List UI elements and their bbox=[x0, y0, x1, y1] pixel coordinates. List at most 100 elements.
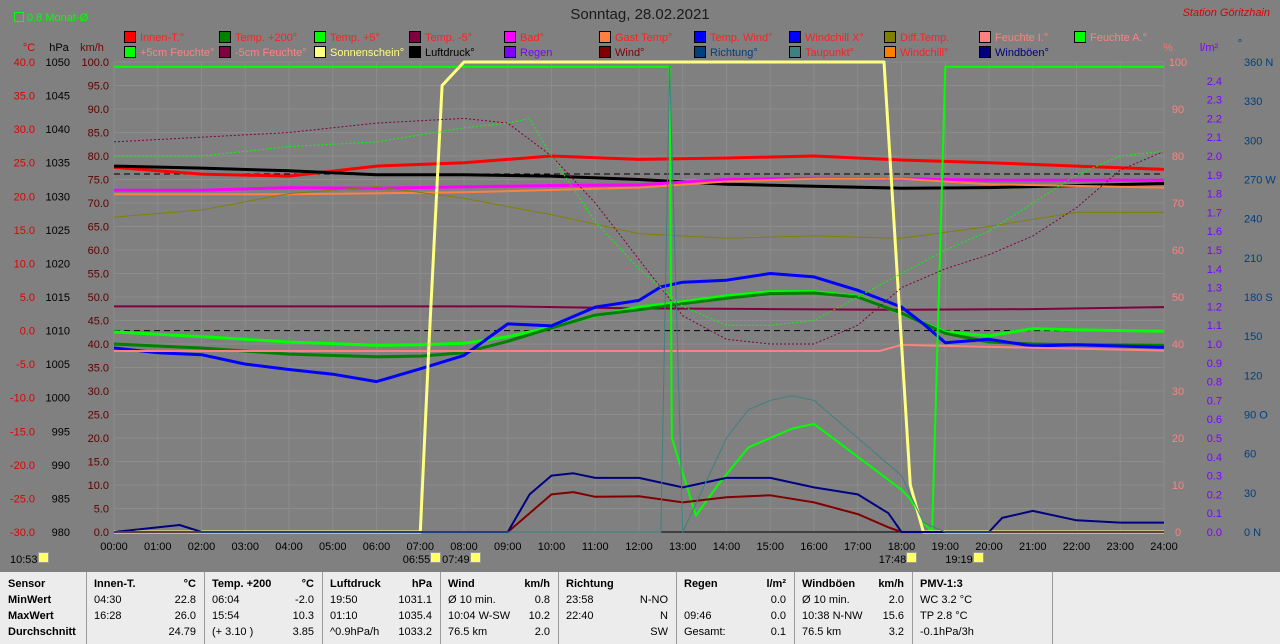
wind-tick-label: 5.0 bbox=[94, 504, 109, 516]
x-tick-label: 11:00 bbox=[582, 541, 609, 553]
wind-tick-label: 45.0 bbox=[88, 316, 109, 328]
x-tick-label: 03:00 bbox=[231, 541, 259, 553]
stats-cell-left: 16:28 bbox=[94, 610, 122, 622]
temp-tick-label: 0.0 bbox=[20, 326, 35, 338]
rain-tick-label: 0.3 bbox=[1207, 471, 1222, 483]
stats-cell-right: 0.0 bbox=[770, 610, 786, 622]
stats-column: Temp. +200 °C 06:04 -2.0 15:54 10.3 (+ 3.10 ) 3… bbox=[204, 572, 323, 644]
stats-column-unit: °C bbox=[183, 578, 196, 590]
humidity-tick-label: 10 bbox=[1172, 480, 1184, 492]
direction-tick-label: 300 bbox=[1244, 135, 1262, 147]
direction-tick-label: 120 bbox=[1244, 370, 1262, 382]
rain-tick-label: 1.1 bbox=[1207, 320, 1222, 332]
pressure-tick-label: 1020 bbox=[46, 258, 70, 270]
wind-tick-label: 40.0 bbox=[88, 339, 109, 351]
pressure-tick-label: 1050 bbox=[46, 57, 70, 69]
rain-tick-label: 0.0 bbox=[1207, 527, 1222, 539]
stats-cell-right: 24.79 bbox=[168, 626, 196, 638]
direction-tick-label: 240 bbox=[1244, 214, 1262, 226]
x-tick-label: 24:00 bbox=[1150, 541, 1178, 553]
wind-tick-label: 30.0 bbox=[88, 386, 109, 398]
stats-cell-right: 2.0 bbox=[534, 626, 550, 638]
stats-cell-left: 19:50 bbox=[330, 594, 358, 606]
chart-plot: 00:00 01:00 02:00 03:00 04:00 05:00 06:00 07:00… bbox=[10, 38, 1276, 553]
humidity-tick-label: 80 bbox=[1172, 151, 1184, 163]
row-labels-column: Sensor MinWert MaxWert Durchschnitt bbox=[0, 572, 87, 644]
stats-cell-right: N bbox=[660, 610, 668, 622]
stats-cell-right: 1035.4 bbox=[398, 610, 432, 622]
pressure-tick-label: 995 bbox=[52, 426, 70, 438]
x-tick-label: 06:00 bbox=[363, 541, 391, 553]
direction-tick-label: 270 W bbox=[1244, 175, 1276, 187]
rain-tick-label: 1.8 bbox=[1207, 189, 1222, 201]
pressure-tick-label: 985 bbox=[52, 493, 70, 505]
x-tick-label: 15:00 bbox=[756, 541, 784, 553]
rain-tick-label: 2.3 bbox=[1207, 95, 1222, 107]
sun-marker: 17:48 bbox=[879, 552, 918, 566]
temp-tick-label: -25.0 bbox=[10, 493, 35, 505]
stats-cell-left: 22:40 bbox=[566, 610, 594, 622]
pressure-tick-label: 1010 bbox=[46, 326, 70, 338]
sun-icon bbox=[469, 552, 481, 563]
stats-cell-right: 1033.2 bbox=[398, 626, 432, 638]
stats-cell-left: Ø 10 min. bbox=[448, 594, 496, 606]
temp-tick-label: -5.0 bbox=[16, 359, 35, 371]
humidity-tick-label: 50 bbox=[1172, 292, 1184, 304]
statistics-table: Sensor MinWert MaxWert Durchschnitt Inne… bbox=[0, 572, 1280, 644]
direction-tick-label: 330 bbox=[1244, 96, 1262, 108]
stats-cell-left: 76.5 km bbox=[802, 626, 842, 638]
stats-cell-right: 26.0 bbox=[174, 610, 196, 622]
stats-cell-left: 15:54 bbox=[212, 610, 240, 622]
stats-cell-left: 23:58 bbox=[566, 594, 594, 606]
rain-axis-header: l/m² bbox=[1200, 42, 1219, 54]
pressure-tick-label: 1040 bbox=[46, 124, 70, 136]
wind-tick-label: 55.0 bbox=[88, 269, 109, 281]
temp-tick-label: 20.0 bbox=[14, 191, 35, 203]
sun-icon bbox=[430, 552, 442, 563]
rain-tick-label: 0.8 bbox=[1207, 377, 1222, 389]
humidity-tick-label: 70 bbox=[1172, 198, 1184, 210]
direction-tick-label: 180 S bbox=[1244, 292, 1273, 304]
stats-column: Richtung 23:58 N-NO 22:40 N SW bbox=[558, 572, 677, 644]
wind-tick-label: 65.0 bbox=[88, 222, 109, 234]
sun-icon bbox=[37, 552, 49, 563]
rain-tick-label: 1.6 bbox=[1207, 226, 1222, 238]
x-tick-label: 10:00 bbox=[538, 541, 566, 553]
stats-column: Windböen km/h Ø 10 min. 2.0 10:38 N-NW 15.6 76… bbox=[794, 572, 913, 644]
stats-column-header: Regen bbox=[684, 578, 718, 590]
sun-marker: 06:55 bbox=[403, 552, 442, 566]
stats-cell-right: -2.0 bbox=[295, 594, 314, 606]
sun-marker: 10:53 bbox=[10, 552, 49, 566]
stats-column-header: Wind bbox=[448, 578, 475, 590]
sun-icon bbox=[906, 552, 918, 563]
temp-tick-label: 10.0 bbox=[14, 258, 35, 270]
sun-marker: 07:49 bbox=[442, 552, 481, 566]
stats-cell-right: 22.8 bbox=[174, 594, 196, 606]
rain-tick-label: 1.2 bbox=[1207, 301, 1222, 313]
wind-tick-label: 85.0 bbox=[88, 128, 109, 140]
rain-tick-label: 1.9 bbox=[1207, 170, 1222, 182]
temp-tick-label: 35.0 bbox=[14, 91, 35, 103]
sun-marker-time: 17:48 bbox=[878, 554, 907, 566]
stats-cell-right: 15.6 bbox=[882, 610, 904, 622]
stats-cell-left: -0.1hPa/3h bbox=[920, 626, 974, 638]
stats-column: Wind km/h Ø 10 min. 0.8 10:04 W-SW 10.2 76.5 k… bbox=[440, 572, 559, 644]
direction-tick-label: 90 O bbox=[1244, 410, 1268, 422]
stats-column-unit: km/h bbox=[878, 578, 904, 590]
rain-tick-label: 0.5 bbox=[1207, 433, 1222, 445]
direction-tick-label: 30 bbox=[1244, 488, 1256, 500]
temp-tick-label: 30.0 bbox=[14, 124, 35, 136]
stats-column: Innen-T. °C 04:30 22.8 16:28 26.0 24.79 bbox=[86, 572, 205, 644]
sun-marker-time: 06:55 bbox=[402, 554, 431, 566]
rain-tick-label: 0.9 bbox=[1207, 358, 1222, 370]
humidity-axis-header: % bbox=[1163, 42, 1173, 54]
sun-marker-time: 19:19 bbox=[945, 554, 973, 566]
stats-column-unit: l/m² bbox=[766, 578, 786, 590]
pressure-tick-label: 980 bbox=[52, 527, 70, 539]
wind-tick-label: 50.0 bbox=[88, 292, 109, 304]
stats-cell-right: N-NO bbox=[639, 594, 668, 606]
rain-tick-label: 2.0 bbox=[1207, 151, 1222, 163]
row-label-min: MinWert bbox=[8, 594, 52, 606]
humidity-tick-label: 30 bbox=[1172, 386, 1184, 398]
pressure-tick-label: 1005 bbox=[46, 359, 70, 371]
